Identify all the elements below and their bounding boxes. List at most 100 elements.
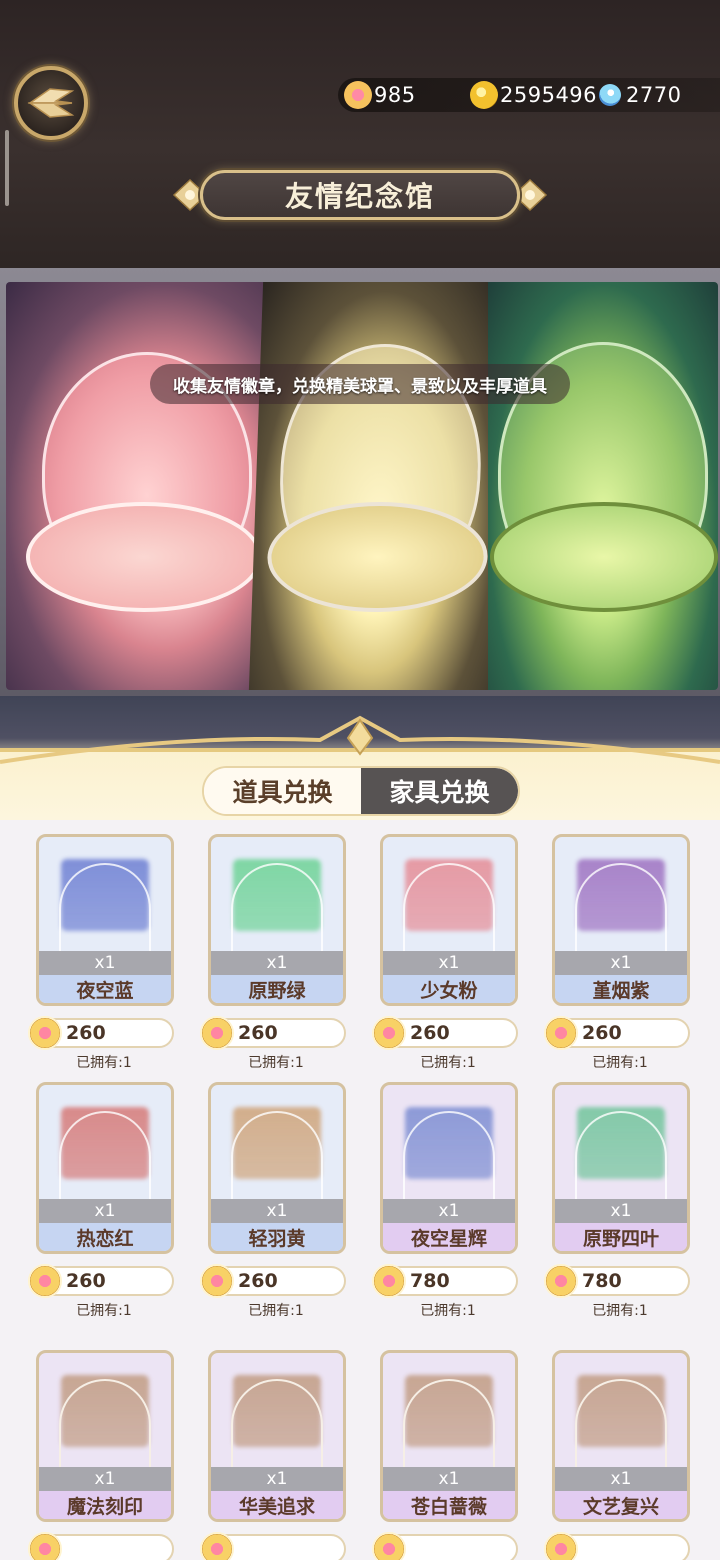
item-quantity: x1 xyxy=(39,1199,171,1223)
friendship-badge-icon xyxy=(28,1532,62,1560)
exchange-tabs: 道具兑换 家具兑换 xyxy=(202,766,520,816)
item-name: 轻羽黄 xyxy=(211,1223,343,1251)
dome-outline-icon xyxy=(575,1111,667,1203)
price-value: 260 xyxy=(582,1022,622,1044)
furniture-card[interactable]: x1 轻羽黄 xyxy=(208,1082,346,1254)
furniture-card[interactable]: x1 原野绿 xyxy=(208,834,346,1006)
furniture-card[interactable]: x1 苍白蔷薇 xyxy=(380,1350,518,1522)
price-tag[interactable] xyxy=(544,1532,690,1560)
furniture-card[interactable]: x1 少女粉 xyxy=(380,834,518,1006)
gold-coin-icon xyxy=(470,81,498,109)
owned-count: 已拥有:1 xyxy=(420,1055,476,1071)
furniture-grid: x1 夜空蓝 260 已拥有:1 x1 原野绿 260 已拥有:1 x1 少女粉 260 已拥有:1 x… xyxy=(0,820,720,1560)
item-quantity: x1 xyxy=(555,1467,687,1491)
header xyxy=(0,0,720,268)
friendship-badge-icon xyxy=(200,1016,234,1050)
currency-friendship-badge[interactable]: 985 xyxy=(344,78,416,112)
item-name: 魔法刻印 xyxy=(39,1491,171,1519)
item-quantity: x1 xyxy=(39,1467,171,1491)
item-name: 少女粉 xyxy=(383,975,515,1003)
diamond-gem-count: 2770 xyxy=(626,83,682,107)
friendship-badge-icon xyxy=(544,1264,578,1298)
item-name: 文艺复兴 xyxy=(555,1491,687,1519)
item-quantity: x1 xyxy=(211,1199,343,1223)
owned-count: 已拥有:1 xyxy=(592,1303,648,1319)
page-title: 友情纪念馆 xyxy=(284,180,435,213)
dome-outline-icon xyxy=(59,1111,151,1203)
promo-banner[interactable] xyxy=(6,282,718,690)
dome-outline-icon xyxy=(231,1379,323,1471)
item-name: 原野四叶 xyxy=(555,1223,687,1251)
tab-furniture-exchange[interactable]: 家具兑换 xyxy=(361,768,518,814)
furniture-card[interactable]: x1 夜空星辉 xyxy=(380,1082,518,1254)
price-tag[interactable]: 260 xyxy=(200,1016,346,1050)
price-tag[interactable]: 260 xyxy=(372,1016,518,1050)
dome-outline-icon xyxy=(231,1111,323,1203)
owned-count: 已拥有:1 xyxy=(248,1055,304,1071)
price-value: 260 xyxy=(238,1270,278,1292)
currency-gold[interactable]: 2595496 xyxy=(470,78,597,112)
price-tag[interactable]: 260 xyxy=(28,1016,174,1050)
item-quantity: x1 xyxy=(211,1467,343,1491)
price-value: 260 xyxy=(66,1022,106,1044)
dome-outline-icon xyxy=(403,1111,495,1203)
dome-outline-icon xyxy=(59,863,151,955)
furniture-card[interactable]: x1 原野四叶 xyxy=(552,1082,690,1254)
item-quantity: x1 xyxy=(383,951,515,975)
friendship-badge-icon xyxy=(544,1532,578,1560)
item-name: 热恋红 xyxy=(39,1223,171,1251)
furniture-card[interactable]: x1 魔法刻印 xyxy=(36,1350,174,1522)
price-tag[interactable] xyxy=(28,1532,174,1560)
dome-outline-icon xyxy=(231,863,323,955)
diamond-gem-icon xyxy=(594,79,626,111)
friendship-badge-icon xyxy=(372,1532,406,1560)
item-quantity: x1 xyxy=(211,951,343,975)
currency-diamond[interactable]: 2770 xyxy=(594,78,682,112)
gold-coin-count: 2595496 xyxy=(500,83,598,107)
item-name: 华美追求 xyxy=(211,1491,343,1519)
dome-outline-icon xyxy=(59,1379,151,1471)
price-tag[interactable]: 260 xyxy=(544,1016,690,1050)
dome-outline-icon xyxy=(403,1379,495,1471)
furniture-card[interactable]: x1 夜空蓝 xyxy=(36,834,174,1006)
price-value: 260 xyxy=(410,1022,450,1044)
banner-green-dome-image xyxy=(488,282,718,690)
item-quantity: x1 xyxy=(555,951,687,975)
item-name: 堇烟紫 xyxy=(555,975,687,1003)
price-value: 780 xyxy=(582,1270,622,1292)
furniture-card[interactable]: x1 热恋红 xyxy=(36,1082,174,1254)
owned-count: 已拥有:1 xyxy=(420,1303,476,1319)
price-value: 260 xyxy=(66,1270,106,1292)
price-tag[interactable]: 260 xyxy=(28,1264,174,1298)
furniture-card[interactable]: x1 堇烟紫 xyxy=(552,834,690,1006)
furniture-card[interactable]: x1 华美追求 xyxy=(208,1350,346,1522)
back-arrow-icon xyxy=(27,88,75,118)
item-quantity: x1 xyxy=(383,1199,515,1223)
tab-item-exchange[interactable]: 道具兑换 xyxy=(204,768,361,814)
dome-outline-icon xyxy=(575,863,667,955)
price-tag[interactable]: 260 xyxy=(200,1264,346,1298)
price-value: 260 xyxy=(238,1022,278,1044)
item-name: 原野绿 xyxy=(211,975,343,1003)
friendship-badge-icon xyxy=(28,1016,62,1050)
furniture-card[interactable]: x1 文艺复兴 xyxy=(552,1350,690,1522)
item-name: 苍白蔷薇 xyxy=(383,1491,515,1519)
dome-outline-icon xyxy=(403,863,495,955)
item-name: 夜空蓝 xyxy=(39,975,171,1003)
price-tag[interactable] xyxy=(372,1532,518,1560)
item-name: 夜空星辉 xyxy=(383,1223,515,1251)
price-tag[interactable]: 780 xyxy=(372,1264,518,1298)
friendship-badge-count: 985 xyxy=(374,83,416,107)
price-tag[interactable]: 780 xyxy=(544,1264,690,1298)
friendship-badge-icon xyxy=(28,1264,62,1298)
page-title-plate: 友情纪念馆 xyxy=(200,170,520,220)
dome-outline-icon xyxy=(575,1379,667,1471)
back-button[interactable] xyxy=(14,66,88,140)
scroll-indicator[interactable] xyxy=(5,130,9,206)
friendship-badge-icon xyxy=(544,1016,578,1050)
owned-count: 已拥有:1 xyxy=(76,1303,132,1319)
friendship-badge-icon xyxy=(344,81,372,109)
price-tag[interactable] xyxy=(200,1532,346,1560)
friendship-badge-icon xyxy=(372,1016,406,1050)
price-value: 780 xyxy=(410,1270,450,1292)
